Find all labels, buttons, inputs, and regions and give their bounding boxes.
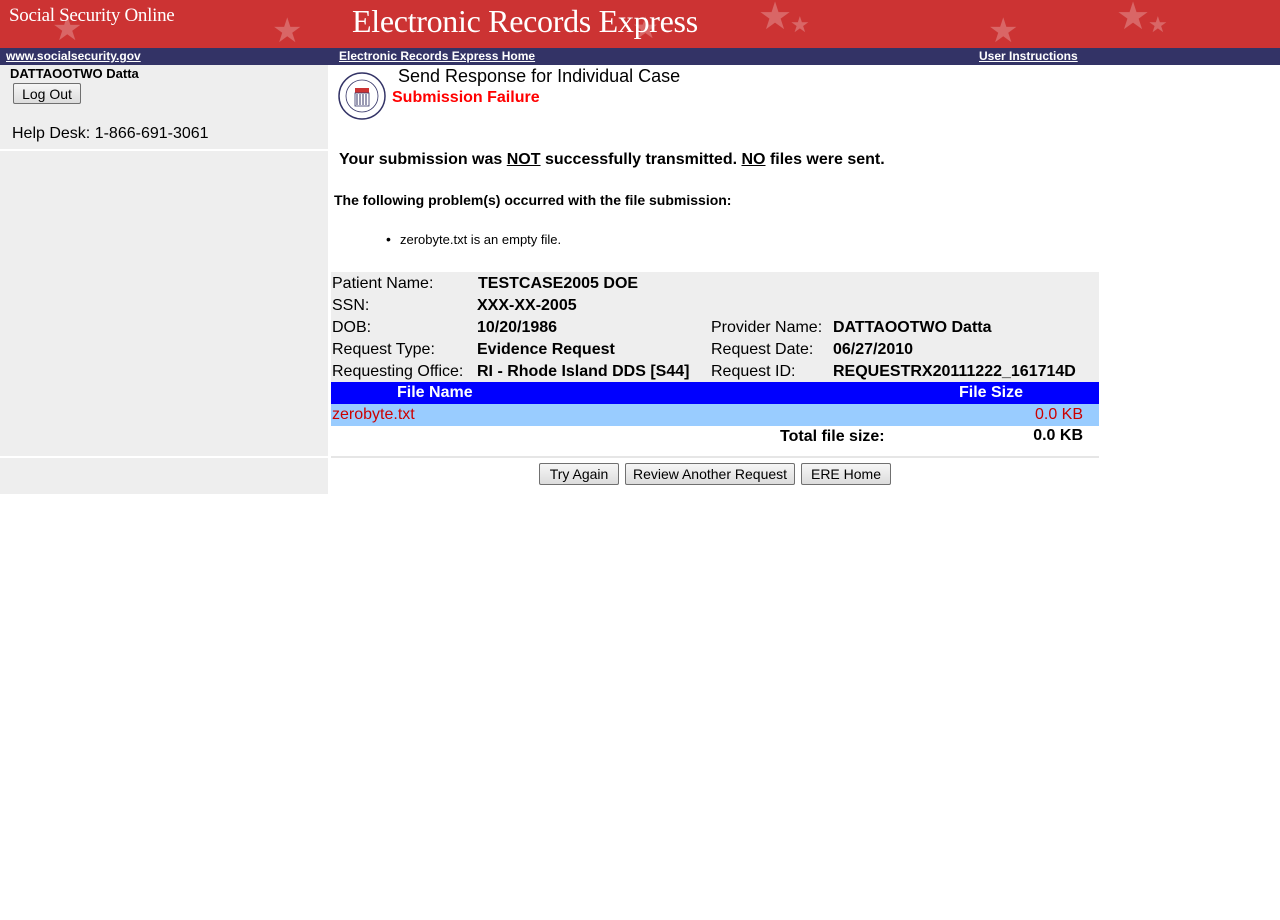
requesting-office-label: Requesting Office:: [332, 363, 464, 380]
request-id-value: REQUESTRX20111222_161714D: [833, 363, 1076, 380]
site-name: Social Security Online: [9, 5, 175, 26]
star-decoration-icon: ★: [790, 12, 810, 37]
link-user-instructions[interactable]: User Instructions: [979, 49, 1078, 63]
star-decoration-icon: ★: [988, 12, 1019, 48]
request-type-label: Request Type:: [332, 341, 435, 358]
col-file-name: File Name: [397, 384, 473, 401]
username: DATTAOOTWO Datta: [10, 66, 139, 81]
star-decoration-icon: ★: [1116, 0, 1151, 38]
file-name-cell: zerobyte.txt: [332, 406, 415, 423]
ssa-seal-icon: [338, 72, 386, 120]
provider-name-label: Provider Name:: [711, 319, 823, 336]
file-size-cell: 0.0 KB: [1034, 406, 1083, 423]
header-banner: ★ ★ ★ ★ ★ ★ ★ ★ Social Security Online E…: [0, 0, 1280, 48]
sidebar-panel: [0, 151, 328, 456]
request-date-label: Request Date:: [711, 341, 814, 358]
request-type-value: Evidence Request: [477, 341, 615, 358]
ssn-label: SSN:: [332, 297, 370, 314]
star-decoration-icon: ★: [758, 0, 793, 38]
case-info-panel: Patient Name: TESTCASE2005 DOE SSN: XXX-…: [331, 272, 1099, 382]
page-title: Send Response for Individual Case: [398, 66, 681, 86]
files-table-header: File Name File Size: [331, 382, 1099, 404]
provider-name-value: DATTAOOTWO Datta: [833, 319, 992, 336]
link-ere-home[interactable]: Electronic Records Express Home: [339, 49, 535, 63]
try-again-button[interactable]: Try Again: [539, 463, 619, 485]
star-decoration-icon: ★: [1148, 12, 1168, 37]
col-file-size: File Size: [959, 384, 1024, 401]
total-size-label: Total file size:: [780, 428, 885, 445]
requesting-office-value: RI - Rhode Island DDS [S44]: [477, 363, 690, 380]
total-size-value: 0.0 KB: [1033, 427, 1083, 444]
request-id-label: Request ID:: [711, 363, 796, 380]
problem-item: zerobyte.txt is an empty file.: [386, 231, 561, 247]
emphasis-not: NOT: [506, 151, 541, 168]
divider: [331, 456, 1099, 458]
problem-list: zerobyte.txt is an empty file.: [386, 231, 561, 247]
emphasis-no: NO: [741, 151, 766, 168]
failure-message: Your submission was NOT successfully tra…: [339, 151, 885, 168]
sidebar-user-panel: DATTAOOTWO Datta Log Out Help Desk: 1-86…: [0, 65, 328, 149]
request-date-value: 06/27/2010: [833, 341, 914, 358]
sidebar-footer-panel: [0, 458, 328, 494]
helpdesk-phone: Help Desk: 1-866-691-3061: [12, 125, 209, 142]
status-heading: Submission Failure: [392, 89, 540, 106]
patient-name-label: Patient Name:: [332, 275, 434, 292]
link-socialsecurity[interactable]: www.socialsecurity.gov: [6, 49, 141, 63]
dob-value: 10/20/1986: [477, 319, 558, 336]
nav-bar: www.socialsecurity.gov Electronic Record…: [0, 48, 1280, 65]
ssn-value: XXX-XX-2005: [477, 297, 577, 314]
app-title: Electronic Records Express: [352, 3, 698, 39]
dob-label: DOB:: [332, 319, 372, 336]
review-another-request-button[interactable]: Review Another Request: [625, 463, 795, 485]
patient-name-value: TESTCASE2005 DOE: [478, 275, 639, 292]
problems-heading: The following problem(s) occurred with t…: [334, 192, 732, 208]
logout-button[interactable]: Log Out: [13, 83, 81, 104]
star-decoration-icon: ★: [272, 12, 303, 48]
table-row: zerobyte.txt 0.0 KB: [331, 404, 1099, 426]
ere-home-button[interactable]: ERE Home: [801, 463, 891, 485]
